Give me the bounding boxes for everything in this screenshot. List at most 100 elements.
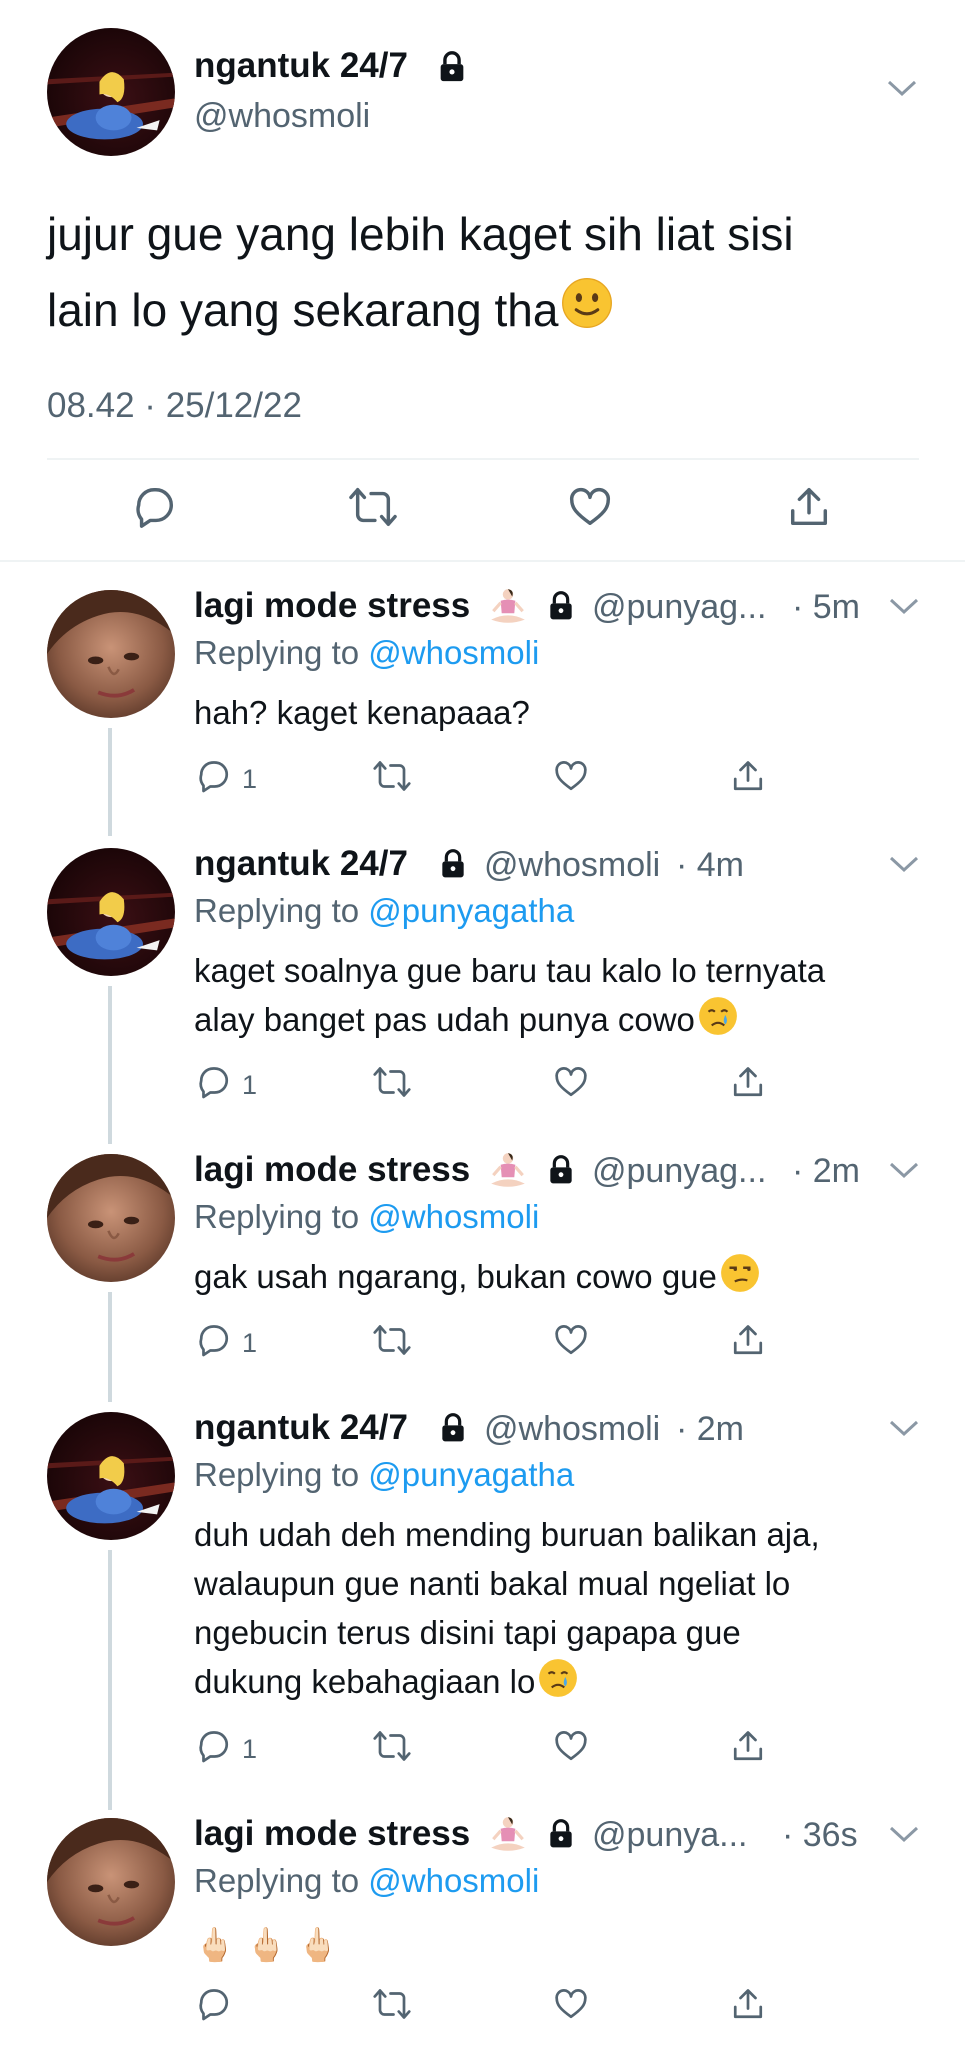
- reply-text-line: 🖕🏻 🖕🏻 🖕🏻: [194, 1925, 339, 1964]
- reply-text-line: ngebucin terus disini tapi gapapa gue: [194, 1614, 741, 1651]
- reply-count: 1: [242, 1328, 258, 1358]
- reply-icon[interactable]: [196, 1728, 232, 1764]
- lock-icon: [545, 590, 577, 622]
- reply-avatar[interactable]: [47, 848, 175, 976]
- replying-to: Replying to @whosmoli: [194, 1862, 539, 1900]
- section-divider: [0, 560, 965, 562]
- reply-time[interactable]: · 5m: [792, 588, 860, 627]
- replying-to-label: Replying to: [194, 1862, 369, 1899]
- lock-icon: [437, 848, 469, 880]
- main-tweet-line: jujur gue yang lebih kaget sih liat sisi: [47, 208, 794, 260]
- share-icon[interactable]: [786, 484, 832, 530]
- main-tweet-timestamp[interactable]: 08.42 · 25/12/22: [47, 386, 302, 426]
- reply-icon[interactable]: [196, 1064, 232, 1100]
- reply-avatar[interactable]: [47, 590, 175, 718]
- main-handle[interactable]: @whosmoli: [194, 97, 370, 136]
- heart-icon[interactable]: [552, 1322, 590, 1358]
- share-icon[interactable]: [730, 1322, 766, 1358]
- reply-handle[interactable]: @punyag...: [592, 1152, 766, 1191]
- reply-count: 1: [242, 1734, 258, 1764]
- reply-avatar[interactable]: [47, 1818, 175, 1946]
- thread-line: [108, 1550, 112, 1810]
- retweet-icon[interactable]: [348, 484, 398, 530]
- reply-text: gak usah ngarang, bukan cowo gue: [194, 1252, 934, 1307]
- reply-time[interactable]: · 2m: [676, 1410, 744, 1449]
- reply-time[interactable]: · 36s: [782, 1816, 858, 1855]
- heart-icon[interactable]: [552, 1064, 590, 1100]
- reply-text-line: gak usah ngarang, bukan cowo gue: [194, 1252, 934, 1307]
- chevron-down-icon[interactable]: [888, 1418, 920, 1438]
- lock-icon: [435, 50, 469, 84]
- reply-display-name[interactable]: ngantuk 24/7: [194, 844, 408, 884]
- slightly-smiling-face-emoji: [560, 276, 614, 352]
- reply-text-line: kaget soalnya gue baru tau kalo lo terny…: [194, 952, 826, 989]
- main-display-name[interactable]: ngantuk 24/7: [194, 46, 408, 86]
- replying-to: Replying to @punyagatha: [194, 1456, 574, 1494]
- retweet-icon[interactable]: [372, 758, 412, 794]
- main-tweet-line-text: lain lo yang sekarang tha: [47, 284, 559, 336]
- reply-display-name[interactable]: ngantuk 24/7: [194, 1408, 408, 1448]
- reply-text-line: alay banget pas udah punya cowo: [194, 995, 934, 1050]
- lotus-position-emoji: [486, 586, 530, 633]
- crying-face-emoji: [537, 1657, 579, 1712]
- reply-text: 🖕🏻 🖕🏻 🖕🏻: [194, 1920, 934, 1969]
- replying-to-link[interactable]: @whosmoli: [368, 1862, 539, 1899]
- reply-avatar[interactable]: [47, 1154, 175, 1282]
- reply-count: 1: [242, 1070, 258, 1100]
- retweet-icon[interactable]: [372, 1986, 412, 2022]
- reply-icon[interactable]: [196, 1322, 232, 1358]
- share-icon[interactable]: [730, 1064, 766, 1100]
- reply-handle[interactable]: @punyag...: [592, 588, 766, 627]
- chevron-down-icon[interactable]: [888, 596, 920, 616]
- replying-to: Replying to @punyagatha: [194, 892, 574, 930]
- reply-icon[interactable]: [196, 758, 232, 794]
- chevron-down-icon[interactable]: [886, 78, 918, 98]
- share-icon[interactable]: [730, 1728, 766, 1764]
- reply-text: hah? kaget kenapaaa?: [194, 688, 934, 737]
- reply-time[interactable]: · 2m: [792, 1152, 860, 1191]
- heart-icon[interactable]: [566, 484, 614, 530]
- main-tweet-line: lain lo yang sekarang tha: [47, 272, 794, 352]
- reply-text: duh udah deh mending buruan balikan aja,…: [194, 1510, 934, 1712]
- reply-text: kaget soalnya gue baru tau kalo lo terny…: [194, 946, 934, 1050]
- chevron-down-icon[interactable]: [888, 1160, 920, 1180]
- thread-line: [108, 728, 112, 836]
- reply-text-line: duh udah deh mending buruan balikan aja,: [194, 1516, 820, 1553]
- reply-icon[interactable]: [196, 1986, 232, 2022]
- retweet-icon[interactable]: [372, 1064, 412, 1100]
- share-icon[interactable]: [730, 1986, 766, 2022]
- reply-avatar[interactable]: [47, 1412, 175, 1540]
- replying-to-label: Replying to: [194, 634, 369, 671]
- reply-icon[interactable]: [132, 484, 178, 530]
- lock-icon: [437, 1412, 469, 1444]
- crying-face-emoji: [697, 995, 739, 1050]
- retweet-icon[interactable]: [372, 1322, 412, 1358]
- replying-to-link[interactable]: @whosmoli: [368, 1198, 539, 1235]
- replying-to: Replying to @whosmoli: [194, 634, 539, 672]
- lock-icon: [545, 1818, 577, 1850]
- reply-display-name[interactable]: lagi mode stress: [194, 1814, 470, 1854]
- reply-text-line-text: alay banget pas udah punya cowo: [194, 1001, 695, 1039]
- reply-display-name[interactable]: lagi mode stress: [194, 1150, 470, 1190]
- thread-line: [108, 986, 112, 1144]
- share-icon[interactable]: [730, 758, 766, 794]
- replying-to-label: Replying to: [194, 1456, 369, 1493]
- main-tweet-text: jujur gue yang lebih kaget sih liat sisi…: [47, 196, 794, 352]
- retweet-icon[interactable]: [372, 1728, 412, 1764]
- reply-handle[interactable]: @whosmoli: [484, 846, 660, 885]
- heart-icon[interactable]: [552, 1986, 590, 2022]
- replying-to-link[interactable]: @punyagatha: [368, 1456, 574, 1493]
- replying-to-link[interactable]: @punyagatha: [368, 892, 574, 929]
- chevron-down-icon[interactable]: [888, 854, 920, 874]
- heart-icon[interactable]: [552, 1728, 590, 1764]
- reply-handle[interactable]: @whosmoli: [484, 1410, 660, 1449]
- reply-display-name[interactable]: lagi mode stress: [194, 586, 470, 626]
- main-avatar[interactable]: [47, 28, 175, 156]
- reply-count: 1: [242, 764, 258, 794]
- thread-line: [108, 1292, 112, 1402]
- chevron-down-icon[interactable]: [888, 1824, 920, 1844]
- reply-handle[interactable]: @punya...: [592, 1816, 748, 1855]
- heart-icon[interactable]: [552, 758, 590, 794]
- replying-to-link[interactable]: @whosmoli: [368, 634, 539, 671]
- reply-time[interactable]: · 4m: [676, 846, 744, 885]
